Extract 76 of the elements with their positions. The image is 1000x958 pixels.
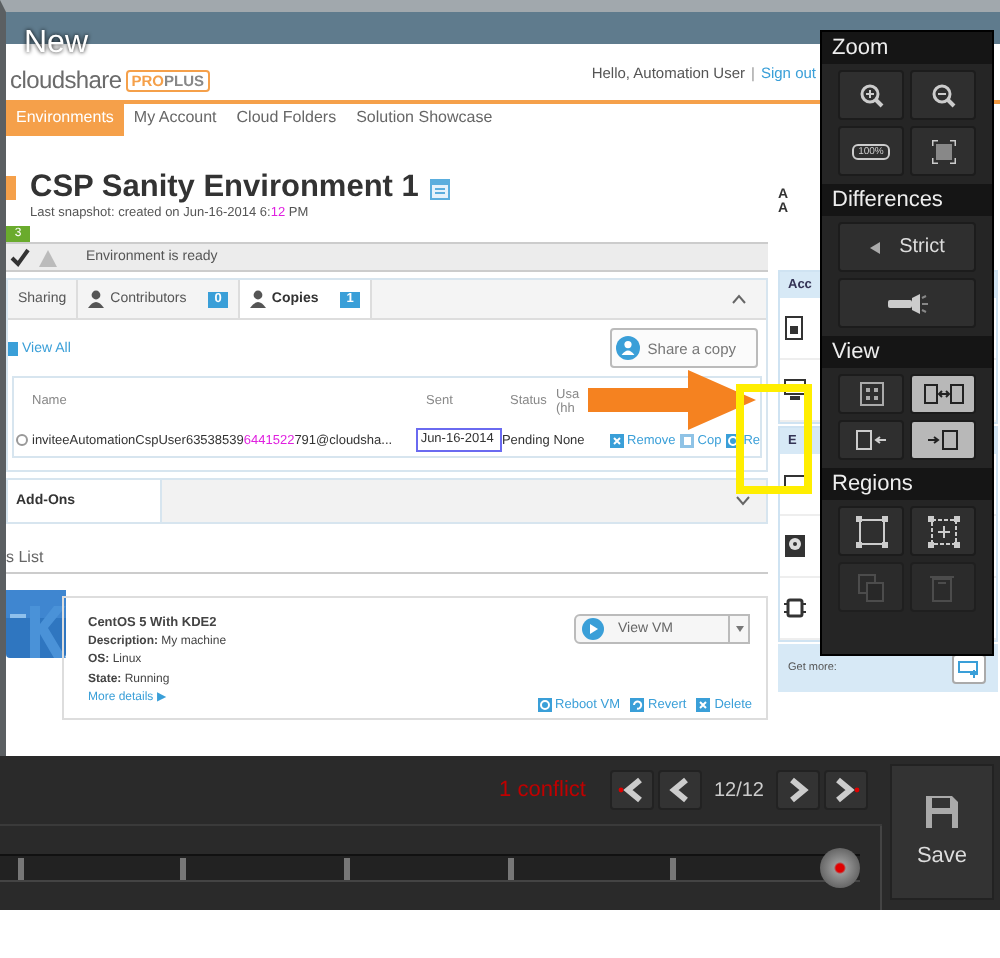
tick-mark	[507, 858, 514, 880]
palette-button[interactable]: Strict	[838, 222, 976, 272]
zoom-in-icon	[859, 83, 883, 107]
revert-icon	[630, 698, 645, 712]
person-circle-icon	[615, 336, 640, 360]
warning-icon	[38, 247, 58, 267]
person-icon	[249, 290, 266, 308]
new-label: New	[24, 26, 89, 62]
environment-title: CSP Sanity Environment 1	[30, 170, 419, 206]
logo-text: cloudshare	[10, 66, 122, 94]
nav-tab[interactable]: Cloud Folders	[226, 104, 347, 136]
person-icon	[88, 290, 105, 308]
last-icon	[832, 776, 860, 804]
select-region-icon	[927, 515, 959, 547]
palette-button[interactable]	[910, 70, 976, 120]
palette-section-title: Zoom	[822, 32, 992, 64]
side-by-side-icon	[923, 382, 963, 406]
caret-icon	[735, 626, 743, 632]
floppy-icon	[926, 796, 958, 828]
palette-button[interactable]	[838, 70, 904, 120]
tick-mark	[670, 858, 677, 880]
nav-button[interactable]	[824, 770, 868, 810]
chip-icon	[784, 596, 806, 620]
check-icon	[10, 247, 30, 267]
palette-button[interactable]	[910, 506, 976, 556]
palette-section-title: Regions	[822, 468, 992, 500]
show-right-icon	[928, 428, 958, 452]
slider-thumb[interactable]	[820, 848, 860, 888]
flashlight-icon	[887, 291, 927, 315]
palette-button[interactable]	[910, 374, 976, 414]
palette-button[interactable]	[838, 374, 904, 414]
palette-button[interactable]	[910, 420, 976, 460]
collapse-icon	[732, 294, 746, 304]
remove-icon	[609, 433, 624, 447]
monitor-plus-icon	[958, 659, 980, 677]
clock-icon	[16, 434, 28, 446]
palette-button[interactable]	[910, 126, 976, 176]
tick-mark	[344, 858, 350, 880]
highlight-rectangle	[736, 384, 812, 494]
page-counter: 12/12	[713, 779, 764, 801]
duplicate-icon	[858, 573, 884, 601]
nav-tab[interactable]: Solution Showcase	[346, 104, 503, 136]
rectangle-region-icon	[855, 515, 887, 547]
copy-icon	[679, 433, 694, 447]
tick-mark	[17, 858, 24, 880]
save-button[interactable]: Save	[890, 764, 994, 900]
nav-tab[interactable]: My Account	[123, 104, 227, 136]
grid-icon	[859, 382, 883, 406]
palette-button[interactable]	[838, 420, 904, 460]
nav-button[interactable]	[609, 770, 654, 810]
calendar-icon	[430, 177, 451, 199]
document-icon	[784, 316, 806, 340]
timeline-track[interactable]	[0, 848, 860, 890]
next-icon	[786, 776, 810, 804]
left-triangle-icon	[869, 241, 880, 253]
nav-button[interactable]	[776, 770, 820, 810]
fit-icon	[931, 139, 955, 163]
zoom-out-icon	[931, 83, 955, 107]
palette-button[interactable]	[838, 278, 976, 328]
tick-mark	[180, 858, 187, 880]
nav-button[interactable]	[657, 770, 702, 810]
conflict-count: 1 conflict	[499, 778, 586, 802]
list-icon	[8, 341, 18, 355]
palette-section-title: Differences	[822, 184, 992, 216]
delete-icon	[696, 698, 711, 712]
show-left-icon	[856, 428, 886, 452]
section-heading: s List	[6, 548, 768, 574]
expand-icon	[736, 496, 750, 506]
palette-button[interactable]	[838, 506, 904, 556]
trash-icon	[930, 573, 956, 601]
first-icon	[617, 776, 646, 804]
reboot-icon	[537, 698, 552, 712]
previous-icon	[667, 776, 692, 804]
palette-section-title: View	[822, 336, 992, 368]
dropdown-button[interactable]	[730, 614, 750, 644]
play-icon	[582, 618, 604, 640]
